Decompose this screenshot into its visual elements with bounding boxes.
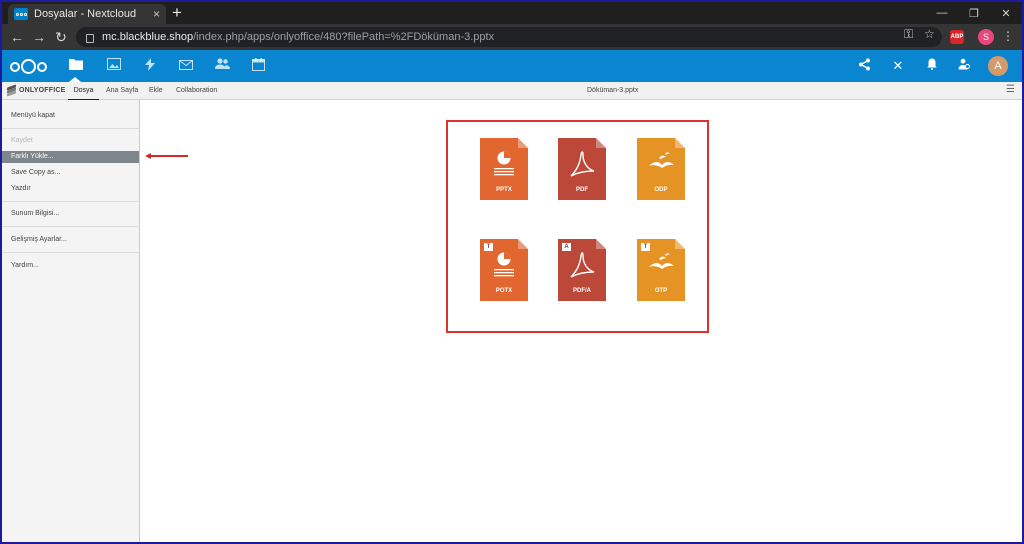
menu-divider	[2, 226, 139, 227]
format-label: ODP	[654, 187, 668, 193]
tab-home[interactable]: Ana Sayfa	[106, 82, 138, 100]
tab-title: Dosyalar - Nextcloud	[34, 8, 137, 20]
star-icon[interactable]: ☆	[924, 28, 935, 40]
onlyoffice-toolbar: ONLYOFFICE Dosya Ana Sayfa Ekle Collabor…	[2, 82, 1022, 100]
bell-icon[interactable]	[924, 58, 940, 74]
format-option-potx[interactable]: POTX T	[480, 239, 528, 301]
format-option-pdf-a[interactable]: PDF/A A	[558, 239, 606, 301]
format-label: PDF/A	[573, 288, 591, 294]
photos-image-icon[interactable]	[106, 58, 122, 74]
menu-divider	[2, 252, 139, 253]
close-icon[interactable]: ✕	[890, 58, 906, 74]
tab-collaboration[interactable]: Collaboration	[176, 82, 217, 100]
menu-save-item: Kaydet	[11, 137, 33, 144]
browser-window: Dosyalar - Nextcloud × + — ❐ ✕ ← → ↻ mc.…	[2, 2, 1022, 542]
user-avatar[interactable]: A	[988, 56, 1008, 76]
back-arrow-icon[interactable]: ←	[8, 28, 26, 46]
menu-presentation-info-item[interactable]: Sunum Bilgisi...	[2, 208, 139, 220]
tab-insert[interactable]: Ekle	[149, 82, 163, 100]
reload-icon[interactable]: ↻	[52, 28, 70, 46]
browser-toolbar: ← → ↻ mc.blackblue.shop/index.php/apps/o…	[2, 24, 1022, 50]
format-option-odp[interactable]: ODP	[637, 138, 685, 200]
menu-divider	[2, 128, 139, 129]
adblock-extension-icon[interactable]: ABP	[950, 30, 964, 44]
format-label: PDF	[576, 187, 588, 193]
template-badge: T	[484, 243, 493, 251]
address-bar[interactable]: mc.blackblue.shop/index.php/apps/onlyoff…	[76, 27, 942, 47]
onlyoffice-logo-icon	[7, 84, 16, 97]
hamburger-menu-icon[interactable]: ☰	[1006, 85, 1015, 95]
annotation-arrow	[150, 155, 188, 157]
format-option-otp[interactable]: OTP T	[637, 239, 685, 301]
file-menu-sidebar: Menüyü kapat Kaydet Farklı Yükle... Save…	[2, 100, 140, 542]
files-folder-icon[interactable]	[68, 58, 84, 74]
menu-divider	[2, 201, 139, 202]
document-title: Döküman-3.pptx	[587, 87, 639, 94]
format-selection-panel: PPTX PDF ODP POTX T PDF/A A OTP T	[446, 120, 709, 333]
template-badge: T	[641, 243, 650, 251]
profile-avatar[interactable]: S	[978, 29, 994, 45]
menu-help-item[interactable]: Yardım...	[2, 260, 139, 272]
calendar-icon[interactable]	[250, 58, 266, 74]
tab-file[interactable]: Dosya	[68, 82, 99, 100]
onlyoffice-logo: ONLYOFFICE	[7, 84, 65, 97]
url-text: mc.blackblue.shop/index.php/apps/onlyoff…	[102, 31, 495, 43]
format-option-pptx[interactable]: PPTX	[480, 138, 528, 200]
tab-close-icon[interactable]: ×	[153, 8, 160, 20]
menu-close-item[interactable]: Menüyü kapat	[2, 110, 139, 122]
share-icon[interactable]	[856, 58, 872, 74]
activity-bolt-icon[interactable]	[142, 58, 158, 74]
user-status-icon[interactable]	[956, 58, 972, 74]
window-close-button[interactable]: ✕	[990, 2, 1022, 24]
forward-arrow-icon[interactable]: →	[30, 28, 48, 46]
nextcloud-favicon-icon	[14, 8, 28, 20]
nextcloud-header: ✕ A	[2, 50, 1022, 82]
new-tab-button[interactable]: +	[172, 3, 182, 23]
browser-tab[interactable]: Dosyalar - Nextcloud ×	[8, 4, 166, 24]
nextcloud-logo-icon[interactable]	[10, 59, 47, 74]
format-option-pdf[interactable]: PDF	[558, 138, 606, 200]
menu-print-item[interactable]: Yazdır	[2, 183, 139, 195]
menu-save-copy-as-item[interactable]: Save Copy as...	[2, 167, 139, 179]
format-label: PPTX	[496, 187, 512, 193]
template-badge: A	[562, 243, 571, 251]
minimize-button[interactable]: —	[926, 2, 958, 24]
lock-icon	[86, 33, 94, 43]
contacts-icon[interactable]	[214, 58, 230, 74]
annotation-arrow-head	[145, 153, 151, 159]
menu-advanced-settings-item[interactable]: Gelişmiş Ayarlar...	[2, 234, 139, 246]
mail-icon[interactable]	[178, 58, 194, 74]
menu-download-as-item[interactable]: Farklı Yükle...	[2, 151, 139, 163]
browser-menu-icon[interactable]: ⋮	[1002, 29, 1014, 43]
key-icon[interactable]: ⚿	[904, 28, 913, 40]
maximize-button[interactable]: ❐	[958, 2, 990, 24]
format-label: POTX	[495, 288, 513, 294]
format-label: OTP	[654, 288, 668, 294]
tab-strip: Dosyalar - Nextcloud × + — ❐ ✕	[2, 2, 1022, 24]
